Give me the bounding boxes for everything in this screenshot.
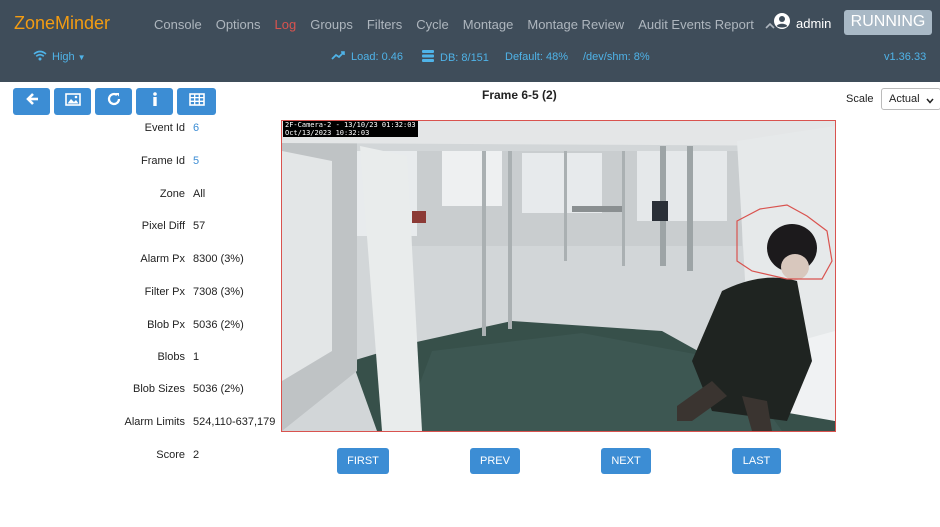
stat-key: Pixel Diff [141, 220, 185, 232]
frame-toolbar [13, 88, 220, 115]
stat-row: Event Id 6 [0, 122, 290, 138]
status-bar: High ▼ Load: 0.46 DB: 8/151 Default: 48%… [0, 49, 940, 67]
user-name: admin [796, 16, 832, 31]
back-button[interactable] [13, 88, 50, 115]
stat-row: Blob Sizes 5036 (2%) [0, 383, 290, 399]
bandwidth-label: High [52, 51, 75, 63]
load-status: Load: 0.46 [331, 50, 403, 63]
load-value: Load: 0.46 [351, 50, 403, 63]
stat-key: Blob Px [147, 319, 185, 331]
database-icon [422, 50, 434, 65]
info-button[interactable] [136, 88, 173, 115]
scale-select[interactable]: Actual [881, 88, 940, 110]
stat-row: Blobs 1 [0, 351, 290, 367]
table-icon [188, 92, 205, 111]
storage-shm: /dev/shm: 8% [583, 51, 650, 63]
menu-montage-review[interactable]: Montage Review [527, 17, 624, 33]
menu-options[interactable]: Options [216, 17, 261, 33]
chevron-down-icon [926, 95, 934, 107]
frame-image: 2F-Camera-2 - 13/10/23 01:32:03 Oct/13/2… [281, 120, 836, 432]
arrow-left-icon [25, 92, 39, 111]
stat-value: 5036 (2%) [193, 319, 244, 331]
stat-row: Filter Px 7308 (3%) [0, 286, 290, 302]
stat-key: Score [156, 449, 185, 461]
stat-row: Alarm Limits 524,110-637,179 [0, 416, 290, 432]
refresh-icon [107, 92, 121, 111]
brand-logo[interactable]: ZoneMinder [14, 13, 110, 34]
menu-montage[interactable]: Montage [463, 17, 514, 33]
stat-row: Frame Id 5 [0, 155, 290, 171]
run-state-button[interactable]: RUNNING [844, 10, 932, 35]
camera-timestamp-overlay: 2F-Camera-2 - 13/10/23 01:32:03 Oct/13/2… [283, 121, 418, 137]
stat-value: All [193, 188, 206, 200]
info-icon [152, 92, 158, 111]
stat-key: Filter Px [144, 286, 185, 298]
user-circle-icon [774, 13, 790, 34]
table-view-button[interactable] [177, 88, 216, 115]
stat-value[interactable]: 5 [193, 155, 199, 167]
stat-row: Alarm Px 8300 (3%) [0, 253, 290, 269]
last-frame-button[interactable]: LAST [732, 448, 781, 474]
stat-key: Alarm Px [140, 253, 185, 265]
stat-key: Zone [159, 188, 185, 200]
caret-down-icon: ▼ [77, 52, 86, 62]
stat-value: 2 [193, 449, 200, 461]
menu-console[interactable]: Console [154, 17, 202, 33]
first-frame-button[interactable]: FIRST [337, 448, 389, 474]
stat-key: Alarm Limits [124, 416, 185, 428]
wifi-icon [33, 50, 47, 64]
navbar: ZoneMinder Console Options Log Groups Fi… [0, 0, 940, 82]
stat-value: 8300 (3%) [193, 253, 244, 265]
stat-value: 1 [193, 351, 200, 363]
stat-value[interactable]: 6 [193, 122, 199, 134]
menu-log[interactable]: Log [275, 17, 297, 33]
stat-row: Blob Px 5036 (2%) [0, 319, 290, 335]
stills-button[interactable] [54, 88, 91, 115]
stat-value: 524,110-637,179 [193, 416, 276, 428]
storage-default: Default: 48% [505, 51, 568, 63]
main-menu: Console Options Log Groups Filters Cycle… [147, 17, 779, 33]
menu-filters[interactable]: Filters [367, 17, 402, 33]
stat-key: Frame Id [140, 155, 185, 167]
db-value: DB: 8/151 [440, 51, 489, 64]
menu-audit-events-report[interactable]: Audit Events Report [638, 17, 754, 33]
image-icon [64, 92, 81, 111]
camera-frame-picture [282, 121, 835, 431]
chart-line-icon [331, 50, 345, 63]
next-frame-button[interactable]: NEXT [601, 448, 651, 474]
page-title: Frame 6-5 (2) [482, 88, 557, 102]
bandwidth-menu[interactable]: High ▼ [33, 50, 86, 64]
user-menu[interactable]: admin [774, 13, 831, 34]
scale-label: Scale [846, 93, 874, 105]
overlay-line-2: Oct/13/2023 10:32:03 [285, 129, 370, 137]
stat-row: Pixel Diff 57 [0, 220, 290, 236]
stat-value: 57 [193, 220, 206, 232]
scale-value: Actual [889, 93, 920, 105]
stat-row: Score 2 [0, 449, 290, 465]
stat-value: 5036 (2%) [193, 383, 244, 395]
overlay-line-1: 2F-Camera-2 - 13/10/23 01:32:03 [285, 121, 416, 129]
stat-key: Blob Sizes [133, 383, 185, 395]
stat-value: 7308 (3%) [193, 286, 244, 298]
version-label[interactable]: v1.36.33 [884, 51, 926, 63]
stat-key: Blobs [157, 351, 185, 363]
refresh-button[interactable] [95, 88, 132, 115]
stat-row: Zone All [0, 188, 290, 204]
menu-cycle[interactable]: Cycle [416, 17, 449, 33]
stat-key: Event Id [144, 122, 185, 134]
menu-groups[interactable]: Groups [310, 17, 353, 33]
prev-frame-button[interactable]: PREV [470, 448, 520, 474]
db-status: DB: 8/151 [422, 50, 489, 65]
